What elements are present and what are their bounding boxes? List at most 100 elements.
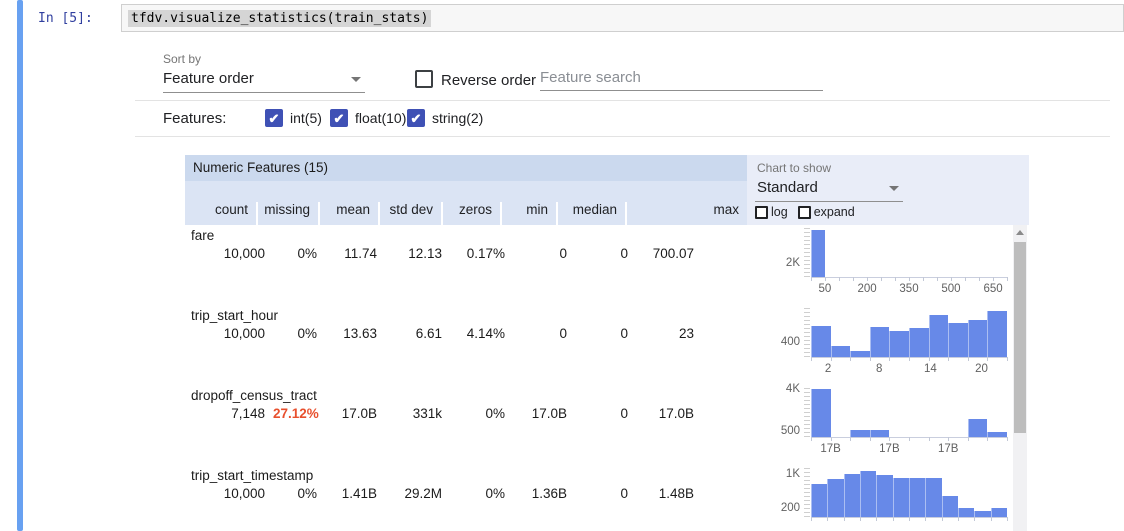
x-axis-tick bbox=[909, 357, 910, 361]
stat-cell: 10,000 bbox=[185, 486, 273, 501]
stat-cell: 11.74 bbox=[325, 246, 385, 261]
x-axis-tick bbox=[811, 517, 812, 521]
stat-cell: 1.36B bbox=[513, 486, 575, 501]
x-axis-tick bbox=[979, 277, 980, 281]
checkbox-icon: ✔ bbox=[265, 109, 283, 127]
column-header: min bbox=[500, 202, 556, 225]
table-title: Numeric Features (15) bbox=[185, 155, 747, 181]
axis-tick-label: 1K bbox=[747, 468, 800, 481]
histogram-bar bbox=[870, 430, 890, 437]
column-header: zeros bbox=[441, 202, 500, 225]
axis-tick-label: 2 bbox=[825, 363, 831, 375]
chart-type-select[interactable]: Standard bbox=[755, 177, 903, 202]
chart-options: log expand bbox=[755, 205, 855, 219]
feature-search-input[interactable] bbox=[540, 64, 823, 91]
x-axis-tick bbox=[831, 357, 832, 361]
axis-tick-label: 350 bbox=[899, 283, 918, 295]
reverse-order-checkbox[interactable] bbox=[415, 70, 433, 88]
code-cell-input[interactable]: tfdv.visualize_statistics(train_stats) bbox=[121, 4, 1124, 32]
features-label: Features: bbox=[163, 110, 226, 127]
histogram-bar bbox=[974, 511, 990, 517]
x-axis-tick bbox=[889, 437, 890, 441]
notebook-output: In [5]: tfdv.visualize_statistics(train_… bbox=[0, 0, 1124, 531]
axis-tick-label: 14 bbox=[924, 363, 937, 375]
axis-tick-label: 8 bbox=[876, 363, 882, 375]
stat-cell: 29.2M bbox=[385, 486, 450, 501]
x-axis-tick bbox=[923, 277, 924, 281]
axis-tick-label: 200 bbox=[857, 283, 876, 295]
stat-cell: 700.07 bbox=[636, 246, 702, 261]
chart-to-show-label: Chart to show bbox=[757, 161, 831, 175]
histogram-bar bbox=[889, 331, 909, 357]
histogram-bar bbox=[925, 478, 941, 517]
scrollbar-thumb[interactable] bbox=[1014, 242, 1026, 433]
feature-name: fare bbox=[185, 227, 747, 244]
x-axis-tick bbox=[925, 517, 926, 521]
stat-cell: 10,000 bbox=[185, 246, 273, 261]
feature-row: dropoff_census_tract7,14827.12%17.0B331k… bbox=[185, 385, 747, 465]
stat-cell: 10,000 bbox=[185, 326, 273, 341]
sort-controls-row: Sort by Feature order Reverse order bbox=[135, 42, 1110, 101]
x-axis-tick bbox=[889, 357, 890, 361]
column-header: std dev bbox=[378, 202, 441, 225]
histogram-bar bbox=[968, 320, 988, 357]
axis-tick-label: 500 bbox=[941, 283, 960, 295]
x-axis-tick bbox=[831, 437, 832, 441]
x-axis-tick bbox=[987, 357, 988, 361]
axis-tick-label: 50 bbox=[819, 283, 832, 295]
x-axis-tick bbox=[929, 357, 930, 361]
expand-checkbox[interactable]: expand bbox=[798, 205, 855, 219]
feature-row: trip_start_hour10,0000%13.636.614.14%002… bbox=[185, 305, 747, 385]
x-axis-tick bbox=[937, 277, 938, 281]
column-header: median bbox=[556, 202, 625, 225]
x-axis-tick bbox=[965, 277, 966, 281]
cell-prompt: In [5]: bbox=[38, 11, 93, 26]
histogram-bar bbox=[909, 478, 925, 517]
x-axis-tick bbox=[948, 357, 949, 361]
axis-tick-label: 17B bbox=[879, 443, 899, 455]
histogram-dropoff_census_tract: 17B17B17B4K500 bbox=[747, 385, 1029, 465]
feature-name: trip_start_hour bbox=[185, 307, 747, 324]
x-axis-tick bbox=[811, 277, 812, 281]
stat-cell: 0.17% bbox=[450, 246, 513, 261]
log-checkbox[interactable]: log bbox=[755, 205, 788, 219]
feature-type-row: Features: ✔int(5)✔float(10)✔string(2) bbox=[135, 101, 1110, 137]
histogram-bar bbox=[948, 323, 968, 357]
stat-cell: 0 bbox=[575, 326, 636, 341]
stat-cell: 17.0B bbox=[325, 406, 385, 421]
chart-type-value: Standard bbox=[757, 179, 818, 196]
scroll-up-button[interactable] bbox=[1013, 225, 1027, 239]
sort-by-label: Sort by bbox=[163, 52, 201, 66]
histogram-bar bbox=[844, 474, 860, 517]
axis-tick-label: 2K bbox=[747, 257, 800, 270]
sort-by-select[interactable]: Feature order bbox=[163, 68, 365, 93]
y-axis-ruler bbox=[804, 307, 810, 357]
x-axis-tick bbox=[958, 517, 959, 521]
selected-cell-indicator bbox=[17, 0, 23, 531]
y-axis-ruler bbox=[804, 227, 810, 277]
table-header-row: countmissingmeanstd devzerosminmedianmax bbox=[185, 181, 747, 225]
x-axis-tick bbox=[909, 517, 910, 521]
histogram-bar bbox=[909, 328, 929, 357]
chevron-down-icon bbox=[889, 186, 899, 191]
histogram-bar bbox=[850, 351, 870, 357]
axis-tick-label: 500 bbox=[747, 425, 800, 438]
feature-type-checkbox[interactable]: ✔int(5) bbox=[265, 109, 322, 127]
x-axis-tick bbox=[811, 437, 812, 441]
feature-type-label: string(2) bbox=[432, 110, 483, 126]
feature-type-checkbox[interactable]: ✔string(2) bbox=[407, 109, 483, 127]
x-axis-tick bbox=[844, 517, 845, 521]
x-axis-tick bbox=[876, 517, 877, 521]
x-axis-tick bbox=[1007, 357, 1008, 361]
stat-cell: 331k bbox=[385, 406, 450, 421]
checkbox-icon: ✔ bbox=[330, 109, 348, 127]
feature-type-checkbox[interactable]: ✔float(10) bbox=[330, 109, 406, 127]
table-body: fare10,0000%11.7412.130.17%00700.07trip_… bbox=[185, 225, 747, 531]
x-axis-tick bbox=[951, 277, 952, 281]
x-axis-tick bbox=[942, 517, 943, 521]
x-axis-tick bbox=[867, 277, 868, 281]
charts-scrollbar[interactable] bbox=[1013, 225, 1027, 531]
feature-values: 10,0000%1.41B29.2M0%1.36B01.48B bbox=[185, 486, 747, 501]
x-axis-tick bbox=[968, 357, 969, 361]
axis-tick-label: 20 bbox=[975, 363, 988, 375]
